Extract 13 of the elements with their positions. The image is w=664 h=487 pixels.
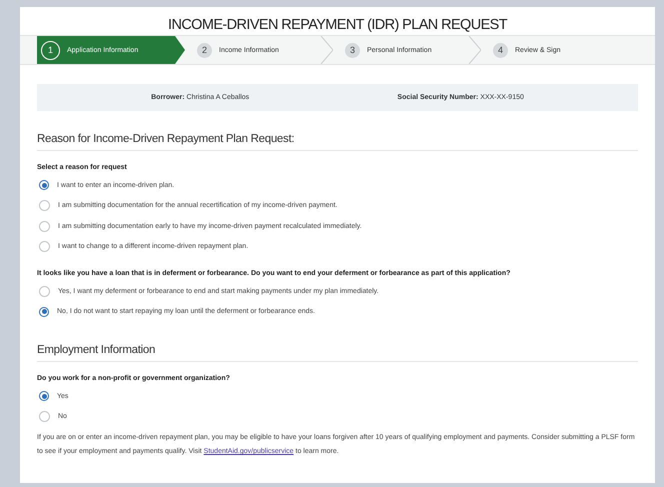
radio-button[interactable] bbox=[39, 411, 50, 422]
radio-button[interactable] bbox=[39, 286, 50, 297]
section-heading: Employment Information bbox=[37, 322, 638, 362]
section-heading: Reason for Income-Driven Repayment Plan Request: bbox=[37, 111, 638, 151]
chevron-icon bbox=[321, 36, 333, 64]
radio-button[interactable] bbox=[39, 180, 49, 190]
radio-button[interactable] bbox=[39, 220, 50, 232]
radio-button[interactable] bbox=[39, 200, 50, 212]
chevron-icon bbox=[469, 36, 481, 64]
radio-button[interactable] bbox=[39, 306, 49, 317]
radio-button[interactable] bbox=[39, 241, 50, 252]
page-title: INCOME-DRIVEN REPAYMENT (IDR) PLAN REQUEST bbox=[167, 16, 508, 35]
radio-button[interactable] bbox=[39, 391, 49, 402]
